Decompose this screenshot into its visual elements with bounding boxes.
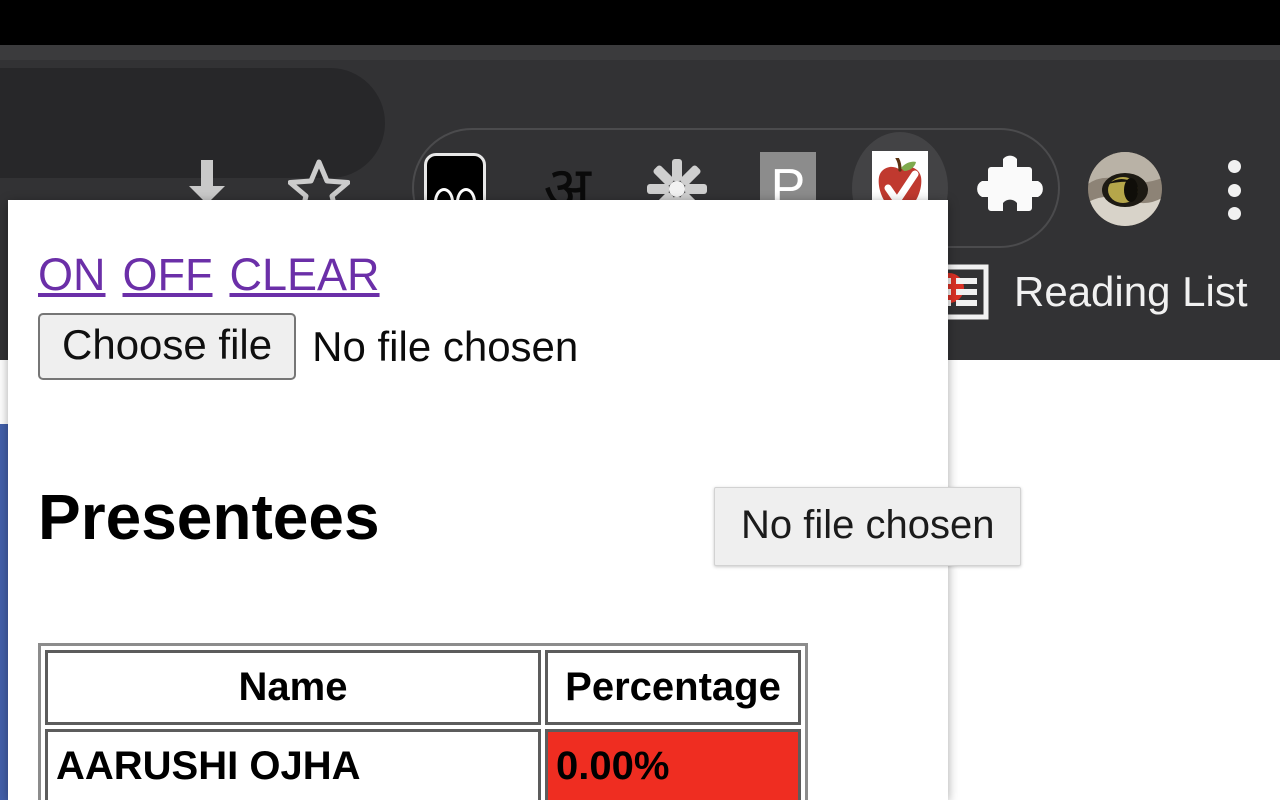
file-input-tooltip: No file chosen <box>714 487 1022 566</box>
link-clear[interactable]: CLEAR <box>229 252 379 297</box>
popup-action-links: ON OFF CLEAR <box>38 252 380 297</box>
column-header-percentage: Percentage <box>545 650 801 725</box>
presentees-table: Name Percentage AARUSHI OJHA 0.00% <box>38 643 808 800</box>
browser-window: r अ <box>0 0 1280 800</box>
reading-list-label: Reading List <box>1014 268 1248 315</box>
cell-name: AARUSHI OJHA <box>45 729 541 800</box>
file-input-row: Choose file No file chosen <box>38 313 579 381</box>
reading-list-button[interactable]: Reading List <box>930 250 1247 334</box>
puzzle-piece-icon[interactable] <box>975 152 1045 226</box>
link-off[interactable]: OFF <box>123 252 213 297</box>
avatar[interactable] <box>1088 152 1162 226</box>
column-header-name: Name <box>45 650 541 725</box>
browser-menu-kebab-icon[interactable] <box>1222 160 1246 220</box>
choose-file-button[interactable]: Choose file <box>38 313 297 381</box>
page-title: Presentees <box>38 481 380 553</box>
table-header-row: Name Percentage <box>45 650 801 725</box>
link-on[interactable]: ON <box>38 252 106 297</box>
os-title-bar <box>0 0 1280 45</box>
tabstrip-divider <box>0 45 1280 60</box>
cell-percentage: 0.00% <box>545 729 801 800</box>
table-row: AARUSHI OJHA 0.00% <box>45 729 801 800</box>
file-status-text: No file chosen <box>312 322 579 370</box>
